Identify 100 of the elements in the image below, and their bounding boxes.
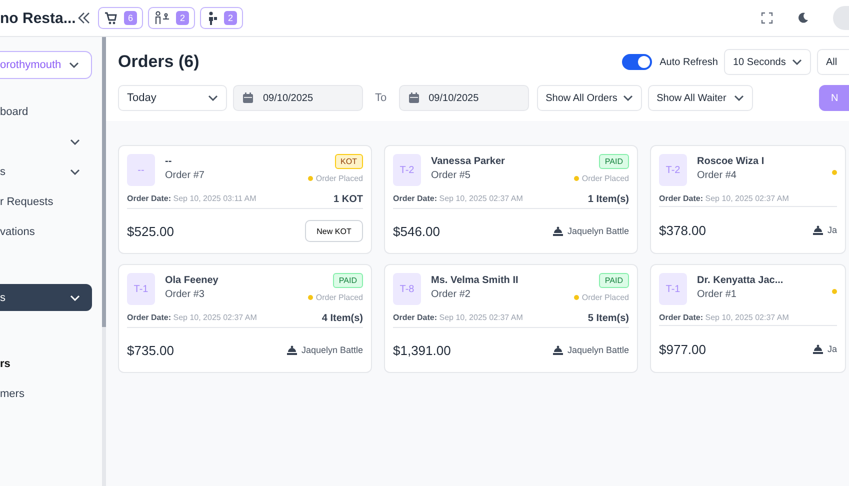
customer-name: Ms. Velma Smith II xyxy=(431,275,520,286)
order-number: Order #5 xyxy=(431,170,472,181)
status-dot xyxy=(574,176,579,181)
orders-filter-select[interactable]: Show All Orders xyxy=(536,85,642,111)
order-date: Order Date: Sep 10, 2025 02:37 AM xyxy=(393,313,523,324)
order-status: Order Placed xyxy=(316,293,363,302)
customer-name: Dr. Kenyatta Jac... xyxy=(697,275,784,286)
chevron-down-icon xyxy=(70,138,80,144)
to-label: To xyxy=(375,92,387,104)
order-total: $1,391.00 xyxy=(393,342,451,358)
sidebar-item[interactable]: s xyxy=(0,158,92,185)
collapse-icon[interactable] xyxy=(78,12,90,24)
table-label: T-1 xyxy=(659,273,687,305)
fullscreen-icon[interactable] xyxy=(761,12,773,24)
order-badge: KOT xyxy=(334,154,363,169)
sidebar-item[interactable]: rs xyxy=(0,350,92,377)
order-badge: PAID xyxy=(332,273,363,288)
order-number: Order #7 xyxy=(165,170,206,181)
order-date: Order Date: Sep 10, 2025 02:37 AM xyxy=(659,313,789,322)
item-count: 5 Item(s) xyxy=(588,313,629,324)
order-number: Order #3 xyxy=(165,289,206,300)
table-label: T-1 xyxy=(127,273,155,305)
status-dot xyxy=(308,176,313,181)
waiter-icon xyxy=(552,345,564,355)
waiter-name: Ja xyxy=(827,225,837,235)
table-label: -- xyxy=(127,154,155,186)
chevron-down-icon xyxy=(70,294,80,300)
item-count: 1 KOT xyxy=(334,194,363,205)
order-date: Order Date: Sep 10, 2025 03:11 AM xyxy=(127,194,256,205)
order-date: Order Date: Sep 10, 2025 02:37 AM xyxy=(127,313,257,324)
new-kot-button[interactable]: New KOT xyxy=(305,220,363,242)
order-date: Order Date: Sep 10, 2025 02:37 AM xyxy=(393,194,523,205)
order-status: Order Placed xyxy=(582,293,629,302)
waiter-icon xyxy=(286,345,298,355)
sidebar-item-label: s xyxy=(0,166,6,178)
order-total: $525.00 xyxy=(127,224,174,238)
sidebar-item-label: vations xyxy=(0,226,35,238)
status-dot xyxy=(308,295,313,300)
chevron-down-icon xyxy=(69,62,79,68)
customer-name: Vanessa Parker xyxy=(431,156,506,167)
order-total: $546.00 xyxy=(393,224,440,238)
table-label: T-8 xyxy=(393,273,421,305)
waiter-filter-select[interactable]: Show All Waiter xyxy=(648,85,753,111)
chevron-down-icon xyxy=(734,95,744,101)
waiter-name: Jaquelyn Battle xyxy=(301,345,363,355)
chevron-down-icon xyxy=(622,95,633,101)
waiter-name: Jaquelyn Battle xyxy=(567,226,629,236)
from-date-field[interactable]: 09/10/2025 xyxy=(233,85,363,111)
order-badge: PAID xyxy=(598,273,629,288)
order-number: Order #1 xyxy=(697,289,738,300)
table-label: T-2 xyxy=(659,154,687,186)
order-total: $735.00 xyxy=(127,342,174,358)
page-title: Orders (6) xyxy=(118,52,200,72)
item-count: 4 Item(s) xyxy=(322,313,363,324)
sidebar-item[interactable]: mers xyxy=(0,380,92,407)
order-total: $378.00 xyxy=(659,222,706,238)
filter-select[interactable]: All xyxy=(817,49,849,75)
status-dot xyxy=(832,170,837,175)
moon-icon[interactable] xyxy=(797,12,809,24)
waiter-icon xyxy=(812,344,824,354)
sidebar-item-label: rs xyxy=(0,358,10,370)
branch-select[interactable]: orothymouth xyxy=(0,51,92,79)
to-date-field[interactable]: 09/10/2025 xyxy=(398,85,529,111)
calendar-icon xyxy=(242,92,254,104)
auto-refresh-label: Auto Refresh xyxy=(660,56,718,68)
table-label: T-2 xyxy=(393,154,421,186)
order-status: Order Placed xyxy=(316,174,363,183)
item-count: 1 Item(s) xyxy=(588,194,629,205)
status-dot xyxy=(574,295,579,300)
person-icon xyxy=(206,11,218,25)
sidebar-item[interactable]: board xyxy=(0,98,92,125)
calendar-icon xyxy=(408,92,420,104)
chevron-down-icon xyxy=(208,95,218,101)
sidebar-item-label: r Requests xyxy=(0,196,54,208)
waiter-icon xyxy=(552,226,564,236)
order-status: Order Placed xyxy=(582,174,629,183)
cart-icon xyxy=(104,11,118,25)
order-number: Order #2 xyxy=(431,289,472,300)
chevron-down-icon xyxy=(792,59,802,65)
sidebar-item[interactable]: s xyxy=(0,284,92,311)
sidebar-item-label: s xyxy=(0,292,6,304)
order-badge: PAID xyxy=(598,154,629,169)
interval-select[interactable]: 10 Seconds xyxy=(724,49,811,75)
sidebar-item-label: mers xyxy=(0,388,24,400)
app-title: no Resta... xyxy=(0,10,77,26)
waiter-icon xyxy=(812,225,824,235)
scrollbar[interactable] xyxy=(102,37,106,486)
order-date: Order Date: Sep 10, 2025 02:37 AM xyxy=(659,194,789,203)
status-dot xyxy=(832,289,837,294)
waiter-icon xyxy=(154,11,170,25)
customer-name: Roscoe Wiza I xyxy=(697,156,766,167)
waiter-name: Ja xyxy=(827,344,837,354)
sidebar-item[interactable]: vations xyxy=(0,218,92,245)
chevron-down-icon xyxy=(70,168,80,174)
customer-name: Ola Feeney xyxy=(165,275,220,286)
auto-refresh-toggle[interactable] xyxy=(622,54,652,70)
customer-name: -- xyxy=(165,156,173,167)
sidebar-item[interactable]: r Requests xyxy=(0,188,92,215)
period-select[interactable]: Today xyxy=(118,85,227,111)
order-number: Order #4 xyxy=(697,170,738,181)
